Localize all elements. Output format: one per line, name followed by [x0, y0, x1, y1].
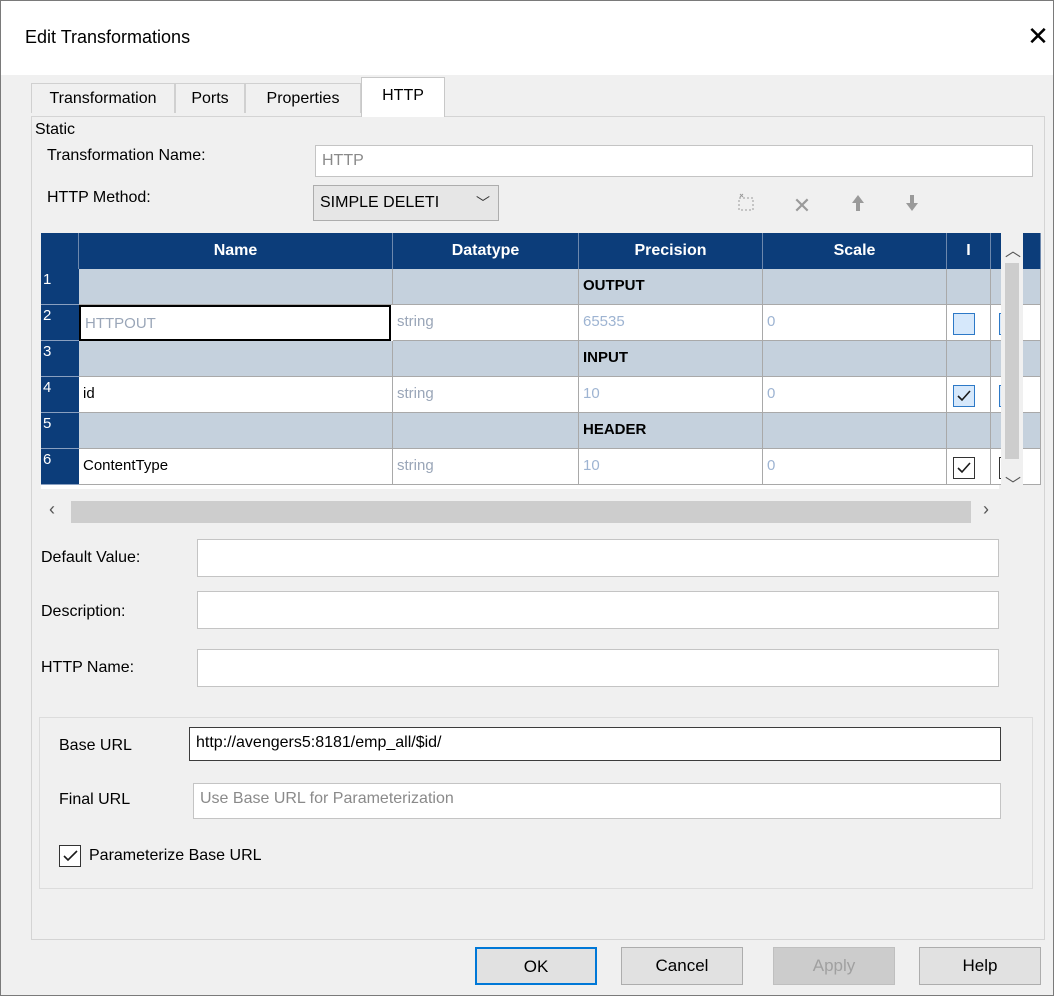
horizontal-scroll-thumb[interactable]: [71, 501, 971, 523]
scale-cell[interactable]: 0: [763, 377, 947, 413]
move-up-icon[interactable]: [843, 191, 873, 221]
scroll-left-icon[interactable]: ‹: [49, 499, 55, 520]
mode-label: Static: [35, 121, 76, 138]
port-name-cell[interactable]: HTTPOUT: [79, 305, 391, 341]
row-number[interactable]: 3: [41, 341, 79, 377]
new-port-icon[interactable]: [731, 191, 761, 221]
table-cell[interactable]: [393, 341, 579, 377]
row-number[interactable]: 4: [41, 377, 79, 413]
column-header-precision[interactable]: Precision: [579, 233, 763, 269]
table-cell[interactable]: [947, 413, 991, 449]
datatype-cell[interactable]: string: [393, 305, 579, 341]
http-method-label: HTTP Method:: [47, 189, 151, 206]
base-url-field[interactable]: http://avengers5:8181/emp_all/$id/: [189, 727, 1001, 761]
transformation-name-field[interactable]: HTTP: [315, 145, 1033, 177]
table-row[interactable]: [79, 413, 393, 449]
row-number[interactable]: 2: [41, 305, 79, 341]
table-cell[interactable]: [763, 341, 947, 377]
table-cell[interactable]: [763, 413, 947, 449]
final-url-label: Final URL: [59, 791, 131, 808]
precision-cell[interactable]: 65535: [579, 305, 763, 341]
default-value-label: Default Value:: [41, 549, 141, 566]
edit-transformations-dialog: Edit Transformations ✕ Transformation Po…: [0, 0, 1054, 996]
vertical-scroll-thumb[interactable]: [1005, 263, 1019, 459]
description-label: Description:: [41, 603, 126, 620]
scroll-up-icon[interactable]: ︿: [1005, 237, 1021, 261]
row-number[interactable]: 6: [41, 449, 79, 485]
scroll-right-icon[interactable]: ›: [983, 499, 989, 520]
table-cell[interactable]: [763, 269, 947, 305]
port-name-cell[interactable]: id: [79, 377, 393, 413]
datatype-cell[interactable]: string: [393, 377, 579, 413]
input-cell: [947, 377, 991, 413]
table-cell[interactable]: [393, 269, 579, 305]
datatype-cell[interactable]: string: [393, 449, 579, 485]
help-button[interactable]: Help: [919, 947, 1041, 985]
tab-http[interactable]: HTTP: [361, 77, 445, 117]
chevron-down-icon: ﹀: [476, 195, 490, 211]
transformation-name-label: Transformation Name:: [47, 147, 206, 164]
column-header-scale[interactable]: Scale: [763, 233, 947, 269]
default-value-field[interactable]: [197, 539, 999, 577]
port-name-cell[interactable]: ContentType: [79, 449, 393, 485]
apply-button[interactable]: Apply: [773, 947, 895, 985]
close-icon[interactable]: ✕: [1023, 19, 1053, 53]
input-cell: [947, 449, 991, 485]
column-header-datatype[interactable]: Datatype: [393, 233, 579, 269]
tab-transformation[interactable]: Transformation: [31, 83, 175, 113]
input-cell: [947, 305, 991, 341]
input-checkbox[interactable]: [953, 385, 975, 407]
http-name-label: HTTP Name:: [41, 659, 135, 676]
table-row[interactable]: [79, 341, 393, 377]
tab-ports[interactable]: Ports: [175, 83, 245, 113]
base-url-label: Base URL: [59, 737, 132, 754]
http-method-value: SIMPLE DELETI: [320, 194, 440, 211]
table-row[interactable]: [79, 269, 393, 305]
window-title: Edit Transformations: [25, 27, 191, 47]
table-cell[interactable]: [393, 413, 579, 449]
delete-icon[interactable]: ✕: [787, 191, 817, 221]
scale-cell[interactable]: 0: [763, 449, 947, 485]
description-field[interactable]: [197, 591, 999, 629]
group-label-header[interactable]: HEADER: [579, 413, 763, 449]
input-checkbox[interactable]: [953, 457, 975, 479]
table-cell[interactable]: [947, 341, 991, 377]
http-name-field[interactable]: [197, 649, 999, 687]
final-url-field[interactable]: Use Base URL for Parameterization: [193, 783, 1001, 819]
http-method-select[interactable]: SIMPLE DELETI ﹀: [313, 185, 499, 221]
column-header-name[interactable]: Name: [79, 233, 393, 269]
scroll-down-icon[interactable]: ﹀: [1005, 471, 1021, 495]
title-bar: Edit Transformations ✕: [1, 1, 1053, 75]
group-label-input[interactable]: INPUT: [579, 341, 763, 377]
precision-cell[interactable]: 10: [579, 449, 763, 485]
move-down-icon[interactable]: [897, 191, 927, 221]
input-checkbox[interactable]: [953, 313, 975, 335]
grid-corner: [41, 233, 79, 269]
precision-cell[interactable]: 10: [579, 377, 763, 413]
ok-button[interactable]: OK: [475, 947, 597, 985]
row-number[interactable]: 1: [41, 269, 79, 305]
row-number[interactable]: 5: [41, 413, 79, 449]
parameterize-base-url-checkbox[interactable]: [59, 845, 81, 867]
scale-cell[interactable]: 0: [763, 305, 947, 341]
group-label-output[interactable]: OUTPUT: [579, 269, 763, 305]
ports-grid: Name Datatype Precision Scale I O 1 OUTP…: [41, 233, 1041, 489]
parameterize-base-url-label[interactable]: Parameterize Base URL: [89, 847, 262, 865]
column-header-input[interactable]: I: [947, 233, 991, 269]
table-cell[interactable]: [947, 269, 991, 305]
cancel-button[interactable]: Cancel: [621, 947, 743, 985]
tab-properties[interactable]: Properties: [245, 83, 361, 113]
